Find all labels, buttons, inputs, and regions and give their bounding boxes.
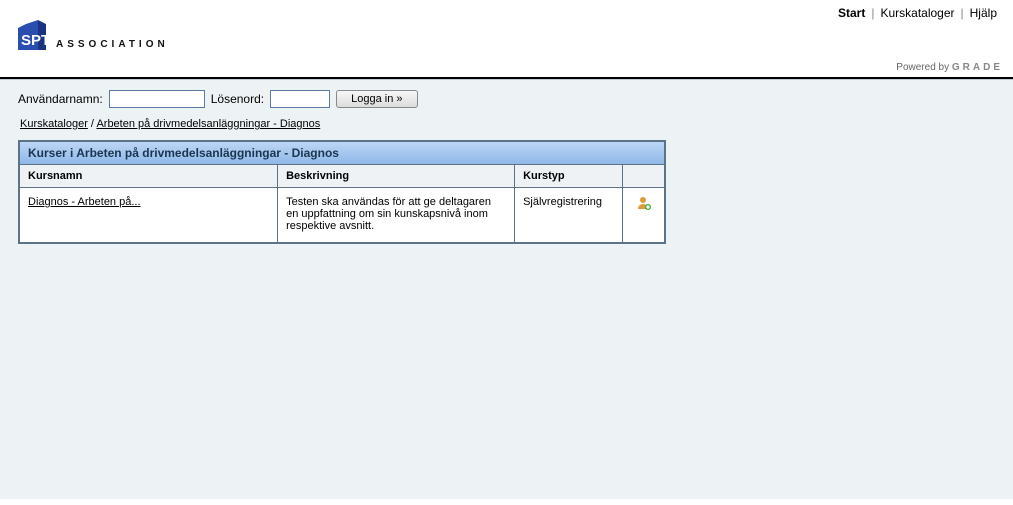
powered-brand: GRADE: [952, 62, 1003, 73]
col-header-action: [623, 165, 664, 188]
logo-mark-icon: SPT: [18, 20, 50, 52]
courses-table: Kursnamn Beskrivning Kurstyp Diagnos - A…: [20, 165, 664, 242]
col-header-type: Kurstyp: [515, 165, 623, 188]
nav-start[interactable]: Start: [832, 6, 871, 20]
logo: SPT ASSOCIATION: [18, 20, 169, 52]
col-header-name: Kursnamn: [20, 165, 278, 188]
logo-text: ASSOCIATION: [56, 39, 169, 50]
username-input[interactable]: [109, 90, 205, 108]
powered-prefix: Powered by: [896, 62, 952, 73]
course-type: Självregistrering: [515, 188, 623, 243]
nav-kurskataloger[interactable]: Kurskataloger: [874, 6, 960, 20]
breadcrumb-link-kurskataloger[interactable]: Kurskataloger: [20, 118, 88, 130]
login-button[interactable]: Logga in »: [336, 90, 417, 108]
panel-title: Kurser i Arbeten på drivmedelsanläggning…: [20, 142, 664, 165]
breadcrumb: Kurskataloger / Arbeten på drivmedelsanl…: [20, 118, 1001, 130]
password-label: Lösenord:: [211, 92, 264, 106]
password-input[interactable]: [270, 90, 330, 108]
powered-by: Powered by GRADE: [0, 62, 1013, 77]
svg-text:SPT: SPT: [21, 32, 50, 49]
course-link[interactable]: Diagnos - Arbeten på...: [28, 196, 141, 208]
table-row: Diagnos - Arbeten på... Testen ska använ…: [20, 188, 664, 243]
course-desc: Testen ska användas för att ge deltagare…: [278, 188, 515, 243]
breadcrumb-link-current[interactable]: Arbeten på drivmedelsanläggningar - Diag…: [96, 118, 320, 130]
login-bar: Användarnamn: Lösenord: Logga in »: [18, 90, 1001, 108]
register-user-icon[interactable]: [637, 196, 651, 210]
col-header-desc: Beskrivning: [278, 165, 515, 188]
top-nav: Start | Kurskataloger | Hjälp: [832, 6, 1003, 20]
courses-panel: Kurser i Arbeten på drivmedelsanläggning…: [18, 140, 666, 244]
username-label: Användarnamn:: [18, 92, 103, 106]
nav-hjalp[interactable]: Hjälp: [964, 6, 1003, 20]
